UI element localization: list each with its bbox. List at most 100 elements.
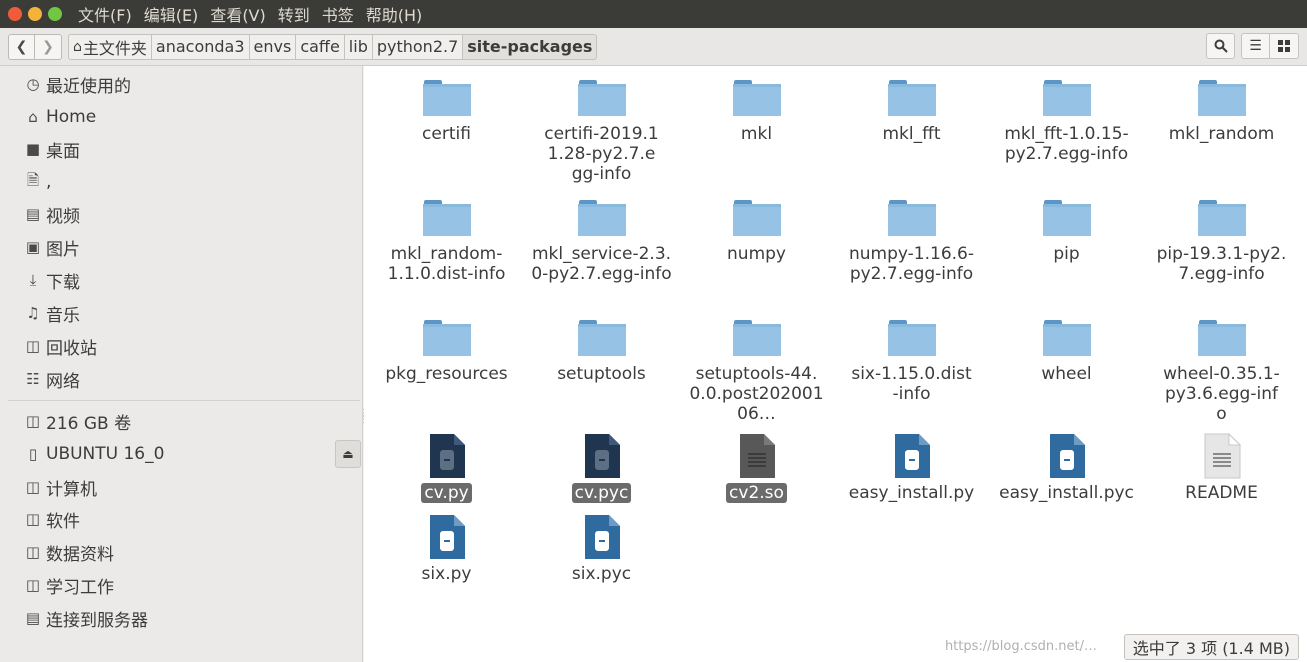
- sidebar-connect-server[interactable]: ▤ 连接到服务器: [0, 603, 363, 633]
- toolbar: ❮ ❯ ⌂ 主文件夹 anaconda3 envs caffe lib pyth…: [0, 28, 1307, 66]
- file-label: setuptools-44.0.0.post20200106…: [689, 364, 824, 424]
- maximize-window-button[interactable]: [48, 7, 62, 21]
- network-icon: ☷: [26, 370, 40, 388]
- eject-button[interactable]: ⏏: [335, 440, 361, 468]
- sidebar-item-recent[interactable]: ◷ 最近使用的: [0, 69, 363, 99]
- search-button[interactable]: [1206, 33, 1235, 59]
- drive-icon: ◫: [25, 543, 41, 561]
- music-icon: ♫: [26, 304, 40, 322]
- sidebar-device-usb[interactable]: ▯ UBUNTU 16_0: [0, 439, 363, 469]
- file-label: mkl: [740, 124, 773, 144]
- file-item-shared-library[interactable]: cv2.so: [679, 433, 834, 503]
- breadcrumb-anaconda3[interactable]: anaconda3: [151, 33, 250, 60]
- sidebar: ◷ 最近使用的 ⌂ Home ■ 桌面 🗎, ▤ 视频 ▣ 图片 ⤓ 下载 ♫ 音乐 ◫ 回收站…: [0, 66, 369, 662]
- sidebar-device-work[interactable]: ◫ 学习工作: [0, 570, 363, 600]
- file-item-folder[interactable]: certifi: [369, 78, 524, 144]
- drive-icon: ◫: [25, 576, 41, 594]
- file-item-python-script[interactable]: cv.py: [369, 433, 524, 503]
- sidebar-item-label: 网络: [46, 371, 80, 392]
- file-item-folder[interactable]: setuptools-44.0.0.post20200106…: [679, 318, 834, 424]
- sidebar-item-label: 连接到服务器: [46, 610, 148, 631]
- file-item-folder[interactable]: setuptools: [524, 318, 679, 384]
- file-item-python-compiled[interactable]: six.pyc: [524, 514, 679, 584]
- sidebar-device-software[interactable]: ◫ 软件: [0, 504, 363, 534]
- menu-bookmarks[interactable]: 书签: [322, 2, 354, 26]
- close-window-button[interactable]: [8, 7, 22, 21]
- sidebar-item-label: 图片: [46, 239, 80, 260]
- breadcrumb-caffe[interactable]: caffe: [296, 33, 345, 60]
- file-item-folder[interactable]: mkl: [679, 78, 834, 144]
- folder-icon: [1042, 318, 1091, 356]
- menu-edit[interactable]: 编辑(E): [144, 2, 199, 26]
- file-item-text[interactable]: README: [1144, 432, 1299, 503]
- breadcrumb-label: 主文件夹: [82, 38, 147, 58]
- sidebar-item-network[interactable]: ☷ 网络: [0, 364, 363, 394]
- sidebar-item-label: 数据资料: [46, 544, 114, 565]
- sidebar-device-data[interactable]: ◫ 数据资料: [0, 537, 363, 567]
- sidebar-item-label: 软件: [46, 511, 80, 532]
- menu-help[interactable]: 帮助(H): [366, 2, 423, 26]
- breadcrumb-envs[interactable]: envs: [249, 33, 297, 60]
- file-item-folder[interactable]: wheel-0.35.1-py3.6.egg-info: [1144, 318, 1299, 424]
- menu-file[interactable]: 文件(F): [78, 2, 132, 26]
- folder-icon: [422, 78, 471, 116]
- drive-icon: ◫: [25, 478, 41, 496]
- file-item-folder[interactable]: numpy: [679, 198, 834, 264]
- file-item-folder[interactable]: mkl_fft-1.0.15-py2.7.egg-info: [989, 78, 1144, 164]
- sidebar-item-desktop[interactable]: ■ 桌面: [0, 134, 363, 164]
- sidebar-item-documents[interactable]: 🗎,: [0, 167, 363, 197]
- file-label: cv.pyc: [571, 483, 632, 503]
- sidebar-item-label: 学习工作: [46, 577, 114, 598]
- sidebar-item-pictures[interactable]: ▣ 图片: [0, 232, 363, 262]
- file-item-folder[interactable]: mkl_fft: [834, 78, 989, 144]
- folder-icon: [732, 198, 781, 236]
- sidebar-item-home[interactable]: ⌂ Home: [0, 102, 363, 132]
- back-button[interactable]: ❮: [8, 33, 35, 60]
- file-item-python-compiled[interactable]: easy_install.pyc: [989, 433, 1144, 503]
- list-view-button[interactable]: ☰: [1241, 33, 1270, 59]
- file-item-folder[interactable]: mkl_random-1.1.0.dist-info: [369, 198, 524, 284]
- file-item-folder[interactable]: pkg_resources: [369, 318, 524, 384]
- file-manager-window: 文件(F) 编辑(E) 查看(V) 转到 书签 帮助(H) ❮ ❯ ⌂ 主文件夹…: [0, 0, 1307, 662]
- file-item-python-script[interactable]: six.py: [369, 514, 524, 584]
- sidebar-item-label: Home: [46, 107, 97, 127]
- sidebar-item-label: ,: [46, 172, 52, 192]
- file-item-python-script[interactable]: easy_install.py: [834, 433, 989, 503]
- menu-go[interactable]: 转到: [278, 2, 310, 26]
- file-item-folder[interactable]: six-1.15.0.dist-info: [834, 318, 989, 404]
- breadcrumb-site-packages[interactable]: site-packages: [463, 33, 598, 60]
- file-item-folder[interactable]: certifi-2019.11.28-py2.7.egg-info: [524, 78, 679, 184]
- sidebar-item-downloads[interactable]: ⤓ 下载: [0, 265, 363, 295]
- folder-icon: [887, 318, 936, 356]
- file-item-folder[interactable]: mkl_service-2.3.0-py2.7.egg-info: [524, 198, 679, 284]
- menu-view[interactable]: 查看(V): [210, 2, 265, 26]
- breadcrumb-python27[interactable]: python2.7: [372, 33, 464, 60]
- breadcrumb-lib[interactable]: lib: [344, 33, 373, 60]
- sidebar-item-videos[interactable]: ▤ 视频: [0, 199, 363, 229]
- sidebar-item-music[interactable]: ♫ 音乐: [0, 298, 363, 328]
- sidebar-item-label: 桌面: [46, 141, 80, 162]
- file-item-python-compiled[interactable]: cv.pyc: [524, 433, 679, 503]
- folder-icon: [732, 318, 781, 356]
- list-view-icon: ☰: [1249, 38, 1262, 54]
- file-item-folder[interactable]: pip-19.3.1-py2.7.egg-info: [1144, 198, 1299, 284]
- sidebar-item-trash[interactable]: ◫ 回收站: [0, 331, 363, 361]
- file-label: numpy-1.16.6-py2.7.egg-info: [848, 244, 974, 284]
- sidebar-device-volume[interactable]: ◫ 216 GB 卷: [0, 406, 363, 436]
- python-file-icon: [583, 514, 621, 560]
- file-label: mkl_random: [1168, 124, 1275, 144]
- file-item-folder[interactable]: pip: [989, 198, 1144, 264]
- sidebar-device-computer[interactable]: ◫ 计算机: [0, 472, 363, 502]
- sidebar-item-label: 视频: [46, 206, 80, 227]
- file-item-folder[interactable]: wheel: [989, 318, 1144, 384]
- file-item-folder[interactable]: mkl_random: [1144, 78, 1299, 144]
- grid-view-button[interactable]: [1270, 33, 1299, 59]
- forward-button[interactable]: ❯: [35, 33, 62, 60]
- file-label: mkl_fft: [882, 124, 941, 144]
- file-label: mkl_random-1.1.0.dist-info: [387, 244, 506, 284]
- clock-icon: ◷: [26, 75, 40, 93]
- file-item-folder[interactable]: numpy-1.16.6-py2.7.egg-info: [834, 198, 989, 284]
- minimize-window-button[interactable]: [28, 7, 42, 21]
- breadcrumb-home[interactable]: ⌂ 主文件夹: [68, 33, 152, 60]
- file-label: setuptools: [557, 364, 646, 384]
